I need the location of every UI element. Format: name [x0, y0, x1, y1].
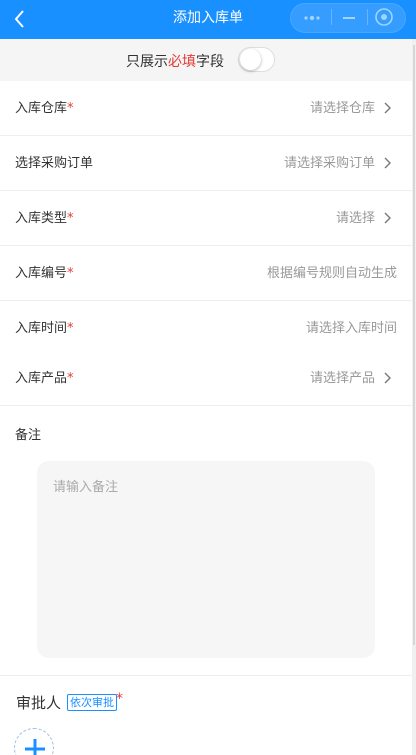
filter-label: 只展示必填字段: [126, 54, 224, 70]
row-value: 请选择产品: [309, 371, 375, 386]
form-row-purchase-order[interactable]: 选择采购订单 请选择采购订单: [0, 136, 412, 191]
row-label: 入库产品*: [15, 371, 74, 386]
row-label: 入库类型*: [15, 211, 74, 226]
chevron-right-icon: [384, 212, 391, 224]
row-label: 入库仓库*: [15, 101, 74, 116]
approver-label: 审批人: [16, 694, 62, 712]
toggle-knob: [240, 49, 261, 70]
required-filter-bar: 只展示必填字段: [0, 39, 412, 81]
scrollbar-thumb[interactable]: [413, 45, 415, 645]
remark-textarea[interactable]: 请输入备注: [37, 461, 375, 658]
capsule-divider: [331, 9, 332, 25]
remark-label: 备注: [15, 428, 42, 443]
required-mark: *: [116, 691, 123, 707]
row-label: 入库时间*: [15, 321, 74, 336]
row-label: 选择采购订单: [15, 156, 94, 171]
form-row-products[interactable]: 入库产品* 请选择产品: [0, 351, 412, 406]
top-nav-bar: 添加入库单: [0, 0, 416, 39]
more-dots-icon[interactable]: [300, 10, 324, 24]
approval-mode-tag: 依次审批: [67, 694, 117, 711]
filter-highlight: 必填: [168, 54, 196, 70]
row-value: 请选择仓库: [309, 101, 375, 116]
row-value: 根据编号规则自动生成: [266, 266, 397, 281]
remark-placeholder: 请输入备注: [53, 480, 119, 495]
row-value: 请选择: [335, 211, 375, 226]
add-approver-button[interactable]: [14, 728, 54, 755]
required-only-toggle[interactable]: [238, 47, 275, 72]
form-row-stock-in-time[interactable]: 入库时间* 请选择入库时间: [0, 301, 412, 356]
chevron-right-icon: [384, 102, 391, 114]
chevron-right-icon: [384, 157, 391, 169]
row-value: 请选择入库时间: [305, 321, 397, 336]
minimize-icon[interactable]: [338, 10, 360, 24]
form-row-stock-in-type[interactable]: 入库类型* 请选择: [0, 191, 412, 246]
row-value: 请选择采购订单: [283, 156, 375, 171]
form-row-warehouse[interactable]: 入库仓库* 请选择仓库: [0, 81, 412, 136]
capsule-divider: [367, 9, 368, 25]
plus-icon: [25, 739, 45, 755]
form-row-stock-in-number: 入库编号* 根据编号规则自动生成: [0, 246, 412, 301]
section-divider: [0, 675, 412, 676]
chevron-right-icon: [384, 372, 391, 384]
target-close-icon[interactable]: [374, 7, 394, 27]
row-label: 入库编号*: [15, 266, 74, 281]
